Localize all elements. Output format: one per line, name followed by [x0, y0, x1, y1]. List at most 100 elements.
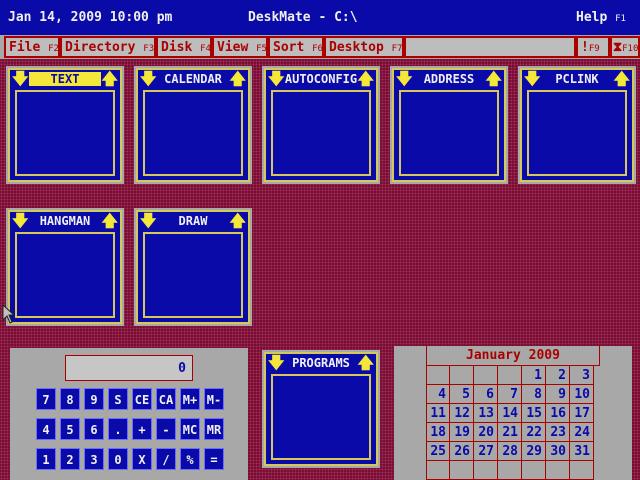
calendar-day[interactable]: 31	[570, 442, 594, 461]
programs-tile[interactable]: 🡇 PROGRAMS 🡅	[262, 350, 380, 468]
calc-key[interactable]: 7	[36, 388, 56, 410]
calc-key[interactable]: -	[156, 418, 176, 440]
calendar-widget: January 2009 1 2 3 4 5 6 7 8 9 10 11 12 13 14 15 16 17 18…	[394, 346, 632, 480]
programs-pane[interactable]	[271, 374, 371, 460]
calendar-day[interactable]: 29	[522, 442, 546, 461]
calc-key[interactable]: %	[180, 448, 200, 470]
app-tile-calendar[interactable]: 🡇 CALENDAR 🡅	[134, 66, 252, 184]
calc-key[interactable]: 4	[36, 418, 56, 440]
calendar-day	[546, 461, 570, 480]
menu-hourglass[interactable]: ⧗F10	[610, 36, 640, 58]
calc-key[interactable]: M-	[204, 388, 224, 410]
calculator-display: 0	[65, 355, 193, 381]
calc-key[interactable]: 1	[36, 448, 56, 470]
menu-sort[interactable]: Sort F6	[268, 36, 324, 58]
calc-key[interactable]: X	[132, 448, 152, 470]
menu-file[interactable]: File F2	[4, 36, 60, 58]
calc-key[interactable]: =	[204, 448, 224, 470]
help-button[interactable]: Help F1	[576, 10, 626, 25]
up-arrow-icon[interactable]: 🡅	[358, 70, 374, 87]
calendar-day[interactable]: 2	[546, 366, 570, 385]
menu-desktop[interactable]: Desktop F7	[324, 36, 404, 58]
app-tile-text[interactable]: 🡇 TEXT 🡅	[6, 66, 124, 184]
calendar-day	[450, 366, 474, 385]
mouse-pointer-icon	[2, 304, 16, 324]
app-tile-address[interactable]: 🡇 ADDRESS 🡅	[390, 66, 508, 184]
app-pane[interactable]	[399, 90, 499, 176]
app-tile-draw[interactable]: 🡇 DRAW 🡅	[134, 208, 252, 326]
calc-key[interactable]: /	[156, 448, 176, 470]
calendar-day[interactable]: 7	[498, 385, 522, 404]
calc-key[interactable]: 5	[60, 418, 80, 440]
app-tile-hangman[interactable]: 🡇 HANGMAN 🡅	[6, 208, 124, 326]
calendar-day[interactable]: 5	[450, 385, 474, 404]
calc-key[interactable]: +	[132, 418, 152, 440]
calendar-day[interactable]: 3	[570, 366, 594, 385]
app-tile-pclink[interactable]: 🡇 PCLINK 🡅	[518, 66, 636, 184]
calc-key[interactable]: 8	[60, 388, 80, 410]
menu-exclaim-key: F9	[588, 44, 600, 54]
calc-key[interactable]: 9	[84, 388, 104, 410]
up-arrow-icon[interactable]: 🡅	[486, 70, 502, 87]
calendar-day[interactable]: 18	[426, 423, 450, 442]
calendar-day[interactable]: 16	[546, 404, 570, 423]
calendar-day[interactable]: 30	[546, 442, 570, 461]
calendar-day[interactable]: 24	[570, 423, 594, 442]
calendar-day[interactable]: 14	[498, 404, 522, 423]
up-arrow-icon[interactable]: 🡅	[230, 212, 246, 229]
calendar-day[interactable]: 12	[450, 404, 474, 423]
title-bar: Jan 14, 2009 10:00 pm DeskMate - C:\ Hel…	[0, 0, 640, 35]
calendar-day[interactable]: 23	[546, 423, 570, 442]
calc-key[interactable]: M+	[180, 388, 200, 410]
app-pane[interactable]	[271, 90, 371, 176]
app-pane[interactable]	[15, 232, 115, 318]
calc-key[interactable]: 2	[60, 448, 80, 470]
calc-key[interactable]: MC	[180, 418, 200, 440]
calendar-day[interactable]: 11	[426, 404, 450, 423]
calendar-day[interactable]: 4	[426, 385, 450, 404]
up-arrow-icon[interactable]: 🡅	[230, 70, 246, 87]
app-pane[interactable]	[143, 232, 243, 318]
calendar-day[interactable]: 22	[522, 423, 546, 442]
calc-key[interactable]: CE	[132, 388, 152, 410]
calc-key[interactable]: MR	[204, 418, 224, 440]
calendar-day[interactable]: 6	[474, 385, 498, 404]
calendar-day[interactable]: 25	[426, 442, 450, 461]
menu-disk-label: Disk	[161, 40, 193, 55]
calendar-day[interactable]: 1	[522, 366, 546, 385]
calendar-day[interactable]: 8	[522, 385, 546, 404]
calendar-day[interactable]: 17	[570, 404, 594, 423]
menu-directory[interactable]: Directory F3	[60, 36, 156, 58]
calendar-day[interactable]: 15	[522, 404, 546, 423]
app-pane[interactable]	[143, 90, 243, 176]
up-arrow-icon[interactable]: 🡅	[614, 70, 630, 87]
calc-key[interactable]: CA	[156, 388, 176, 410]
calc-key[interactable]: 6	[84, 418, 104, 440]
calc-key[interactable]: S	[108, 388, 128, 410]
up-arrow-icon[interactable]: 🡅	[102, 212, 118, 229]
calendar-day[interactable]: 20	[474, 423, 498, 442]
menu-view-key: F5	[256, 44, 267, 54]
calendar-day[interactable]: 13	[474, 404, 498, 423]
up-arrow-icon[interactable]: 🡅	[102, 70, 118, 87]
app-pane[interactable]	[527, 90, 627, 176]
calendar-day[interactable]: 19	[450, 423, 474, 442]
menu-disk[interactable]: Disk F4	[156, 36, 212, 58]
calc-key[interactable]: 3	[84, 448, 104, 470]
calc-key[interactable]: 0	[108, 448, 128, 470]
calendar-day[interactable]: 28	[498, 442, 522, 461]
menu-spacer	[404, 36, 576, 58]
calc-key[interactable]: .	[108, 418, 128, 440]
calendar-day[interactable]: 27	[474, 442, 498, 461]
up-arrow-icon[interactable]: 🡅	[358, 354, 374, 371]
menu-view[interactable]: View F5	[212, 36, 268, 58]
calendar-day[interactable]: 10	[570, 385, 594, 404]
app-tile-autoconfig[interactable]: 🡇 AUTOCONFIG 🡅	[262, 66, 380, 184]
menu-view-label: View	[217, 40, 249, 55]
app-pane[interactable]	[15, 90, 115, 176]
menu-exclaim[interactable]: !F9	[576, 36, 610, 58]
calendar-day[interactable]: 9	[546, 385, 570, 404]
help-key: F1	[615, 14, 626, 24]
calendar-day[interactable]: 26	[450, 442, 474, 461]
calendar-day[interactable]: 21	[498, 423, 522, 442]
